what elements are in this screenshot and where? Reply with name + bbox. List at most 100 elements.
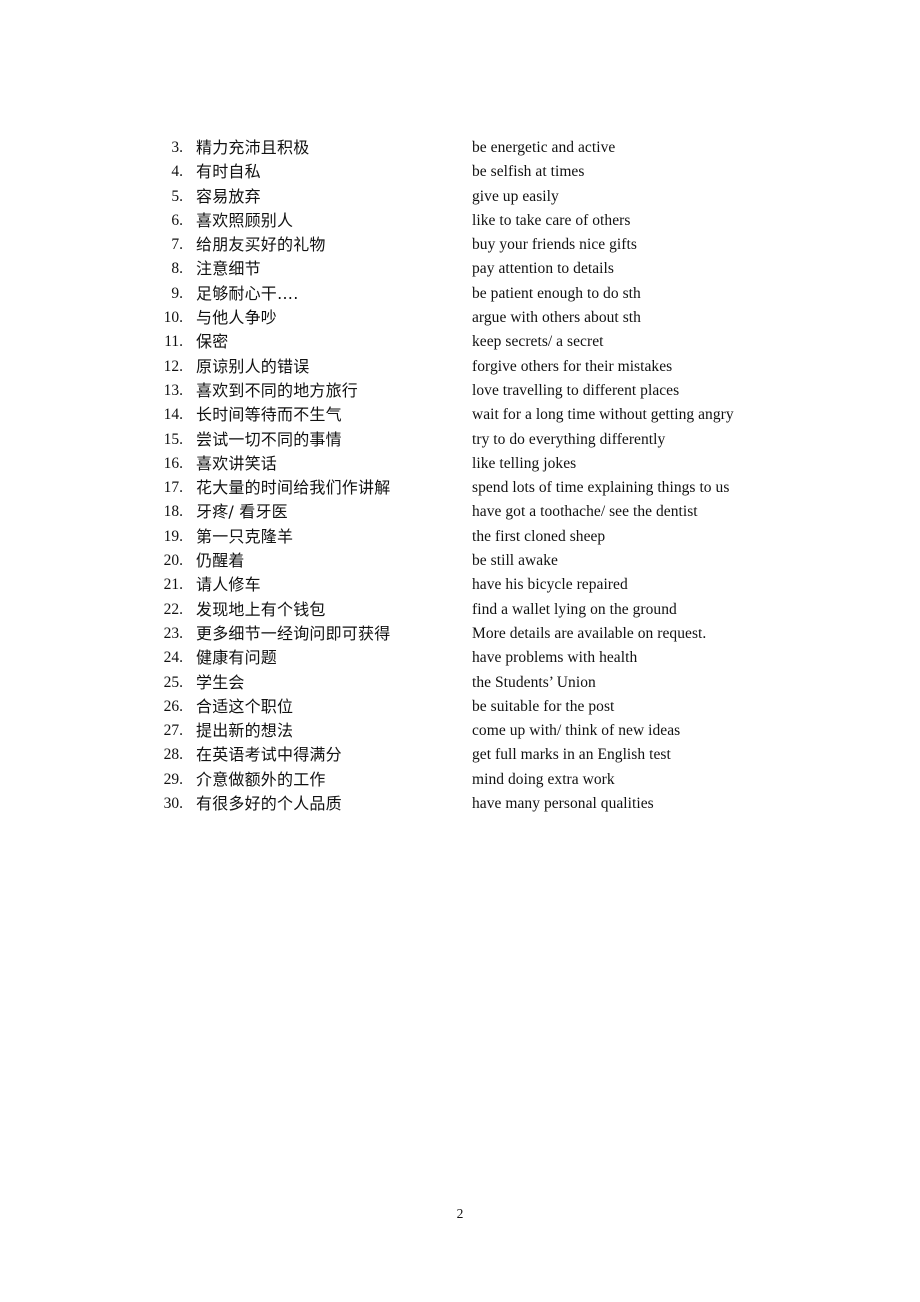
english-phrase: be suitable for the post <box>472 697 615 715</box>
vocabulary-row: 12. 原谅别人的错误 forgive others for their mista… <box>0 355 920 379</box>
chinese-phrase: 长时间等待而不生气 <box>196 405 342 425</box>
english-phrase: give up easily <box>472 187 559 205</box>
english-phrase: pay attention to details <box>472 260 614 278</box>
english-phrase: have got a toothache/ see the dentist <box>472 503 698 521</box>
item-number: 9. <box>171 284 183 302</box>
item-number: 21. <box>163 576 183 594</box>
english-phrase: argue with others about sth <box>472 309 641 327</box>
chinese-phrase: 提出新的想法 <box>196 721 294 741</box>
english-phrase: buy your friends nice gifts <box>472 236 637 254</box>
english-phrase: mind doing extra work <box>472 770 615 788</box>
vocabulary-row: 14. 长时间等待而不生气 wait for a long time without… <box>0 403 920 427</box>
item-number: 18. <box>163 503 183 521</box>
item-number: 6. <box>171 211 183 229</box>
chinese-phrase: 发现地上有个钱包 <box>196 599 326 619</box>
vocabulary-row: 26. 合适这个职位 be suitable for the post <box>0 695 920 719</box>
chinese-phrase: 健康有问题 <box>196 648 278 668</box>
item-number: 25. <box>163 673 183 691</box>
chinese-phrase: 喜欢到不同的地方旅行 <box>196 380 359 400</box>
item-number: 13. <box>163 381 183 399</box>
english-phrase: come up with/ think of new ideas <box>472 722 681 740</box>
vocabulary-row: 19. 第一只克隆羊 the first cloned sheep <box>0 525 920 549</box>
chinese-phrase: 有很多好的个人品质 <box>196 794 342 814</box>
item-number: 27. <box>163 722 183 740</box>
chinese-phrase: 牙疼/ 看牙医 <box>196 502 288 522</box>
vocabulary-row: 16. 喜欢讲笑话 like telling jokes <box>0 452 920 476</box>
chinese-phrase: 给朋友买好的礼物 <box>196 235 326 255</box>
english-phrase: have problems with health <box>472 649 638 667</box>
page-number: 2 <box>456 1206 464 1221</box>
item-number: 3. <box>171 139 183 156</box>
chinese-phrase: 合适这个职位 <box>196 696 294 716</box>
chinese-phrase: 注意细节 <box>196 259 261 279</box>
chinese-phrase: 仍醒着 <box>196 551 245 571</box>
english-phrase: find a wallet lying on the ground <box>472 600 677 618</box>
vocabulary-row: 6. 喜欢照顾别人 like to take care of others <box>0 209 920 233</box>
english-phrase: be selfish at times <box>472 163 585 181</box>
english-phrase: like to take care of others <box>472 211 631 229</box>
item-number: 5. <box>171 187 183 205</box>
english-phrase: the first cloned sheep <box>472 527 606 545</box>
vocabulary-row: 10. 与他人争吵 argue with others about sth <box>0 306 920 330</box>
item-number: 20. <box>163 552 183 570</box>
vocabulary-row: 13. 喜欢到不同的地方旅行 love travelling to differen… <box>0 379 920 403</box>
chinese-phrase: 介意做额外的工作 <box>196 769 326 789</box>
chinese-phrase: 更多细节一经询问即可获得 <box>196 623 391 643</box>
vocabulary-row: 28. 在英语考试中得满分 get full marks in an English… <box>0 743 920 767</box>
item-number: 24. <box>163 649 183 667</box>
chinese-phrase: 喜欢照顾别人 <box>196 210 294 230</box>
vocabulary-row: 17. 花大量的时间给我们作讲解 spend lots of time explai… <box>0 476 920 500</box>
item-number: 7. <box>171 236 183 254</box>
vocabulary-row: 8. 注意细节 pay attention to details <box>0 257 920 281</box>
vocabulary-row: 11. 保密 keep secrets/ a secret <box>0 330 920 354</box>
english-phrase: More details are available on request. <box>472 624 707 642</box>
item-number: 11. <box>164 333 183 351</box>
english-phrase: get full marks in an English test <box>472 746 671 764</box>
vocabulary-row: 18. 牙疼/ 看牙医 have got a toothache/ see the … <box>0 500 920 524</box>
item-number: 29. <box>163 770 183 788</box>
item-number: 4. <box>171 163 183 181</box>
vocabulary-row: 25. 学生会 the Students’ Union <box>0 671 920 695</box>
vocabulary-row: 15. 尝试一切不同的事情 try to do everything differe… <box>0 428 920 452</box>
item-number: 28. <box>163 746 183 764</box>
item-number: 30. <box>163 795 183 813</box>
vocabulary-row: 21. 请人修车 have his bicycle repaired <box>0 573 920 597</box>
chinese-phrase: 精力充沛且积极 <box>196 138 310 157</box>
chinese-phrase: 原谅别人的错误 <box>196 356 310 376</box>
vocabulary-row: 20. 仍醒着 be still awake <box>0 549 920 573</box>
english-phrase: try to do everything differently <box>472 430 666 448</box>
item-number: 17. <box>163 479 183 497</box>
chinese-phrase: 第一只克隆羊 <box>196 526 294 546</box>
item-number: 10. <box>163 309 183 327</box>
item-number: 26. <box>163 697 183 715</box>
vocabulary-row: 5. 容易放弃 give up easily <box>0 185 920 209</box>
chinese-phrase: 容易放弃 <box>196 186 261 206</box>
chinese-phrase: 足够耐心干…. <box>196 283 299 303</box>
item-number: 14. <box>163 406 183 424</box>
vocabulary-row: 9. 足够耐心干…. be patient enough to do sth <box>0 282 920 306</box>
item-number: 23. <box>163 624 183 642</box>
vocabulary-section: 3. 精力充沛且积极 be energetic and active 4. 有时自私 be… <box>0 136 920 816</box>
vocabulary-row: 29. 介意做额外的工作 mind doing extra work <box>0 768 920 792</box>
chinese-phrase: 与他人争吵 <box>196 308 278 328</box>
item-number: 8. <box>171 260 183 278</box>
chinese-phrase: 在英语考试中得满分 <box>196 745 342 765</box>
chinese-phrase: 花大量的时间给我们作讲解 <box>196 478 391 498</box>
vocabulary-row: 3. 精力充沛且积极 be energetic and active <box>0 136 920 160</box>
english-phrase: wait for a long time without getting ang… <box>472 406 734 424</box>
english-phrase: be energetic and active <box>472 139 616 156</box>
vocabulary-row: 24. 健康有问题 have problems with health <box>0 646 920 670</box>
english-phrase: like telling jokes <box>472 454 577 472</box>
english-phrase: love travelling to different places <box>472 381 680 399</box>
english-phrase: be patient enough to do sth <box>472 284 641 302</box>
chinese-phrase: 保密 <box>196 332 229 352</box>
english-phrase: keep secrets/ a secret <box>472 333 604 351</box>
item-number: 19. <box>163 527 183 545</box>
chinese-phrase: 请人修车 <box>196 575 261 595</box>
item-number: 15. <box>163 430 183 448</box>
chinese-phrase: 有时自私 <box>196 162 261 182</box>
chinese-phrase: 尝试一切不同的事情 <box>196 429 342 449</box>
vocabulary-row: 30. 有很多好的个人品质 have many personal qualities <box>0 792 920 816</box>
vocabulary-row: 22. 发现地上有个钱包 find a wallet lying on the gr… <box>0 598 920 622</box>
item-number: 22. <box>163 600 183 618</box>
